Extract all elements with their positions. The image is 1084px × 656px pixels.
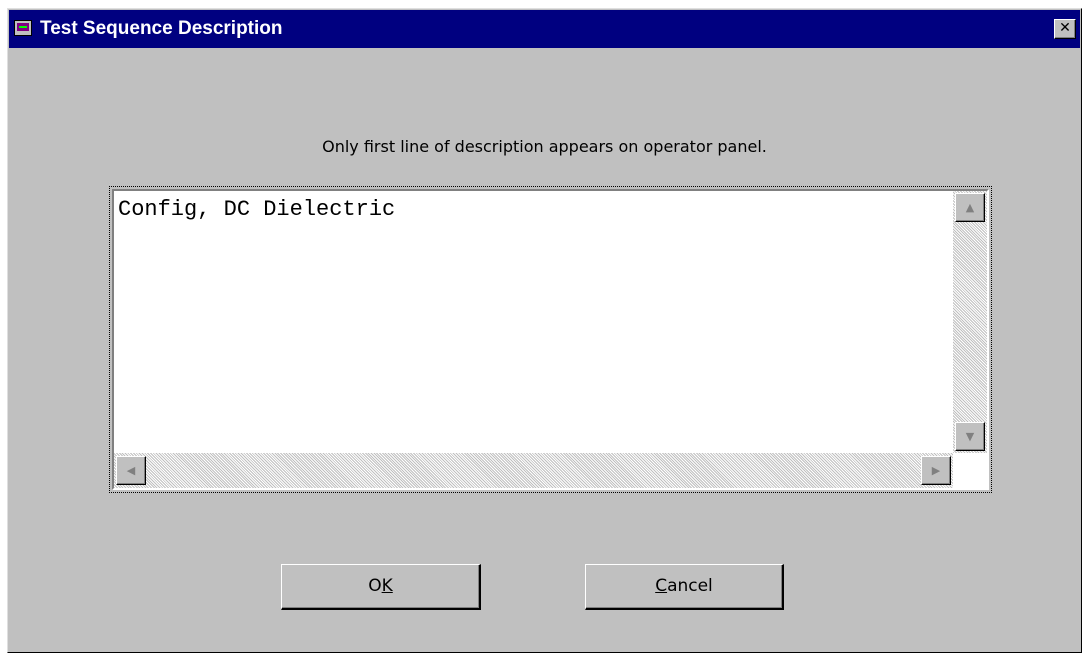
- description-textbox-focus-frame: Config, DC Dielectric ▲ ▼ ◀ ▶: [109, 186, 992, 493]
- description-textbox[interactable]: Config, DC Dielectric ▲ ▼ ◀ ▶: [112, 189, 989, 490]
- cancel-button-label: Cancel: [655, 576, 713, 596]
- dialog-window: Test Sequence Description ✕ Only first l…: [7, 8, 1082, 653]
- cancel-button[interactable]: Cancel: [585, 564, 784, 610]
- title-bar[interactable]: Test Sequence Description ✕: [9, 10, 1080, 48]
- ok-button-label: OK: [368, 576, 393, 596]
- scroll-left-arrow-icon: ◀: [126, 464, 136, 477]
- scroll-up-button[interactable]: ▲: [955, 193, 985, 222]
- scrollbar-corner: [953, 453, 987, 488]
- description-text[interactable]: Config, DC Dielectric: [118, 197, 395, 222]
- close-button[interactable]: ✕: [1054, 19, 1076, 39]
- ok-button[interactable]: OK: [281, 564, 481, 610]
- scroll-down-arrow-icon: ▼: [965, 430, 975, 443]
- scroll-down-button[interactable]: ▼: [955, 422, 985, 451]
- hint-label: Only first line of description appears o…: [322, 137, 767, 156]
- scroll-left-button[interactable]: ◀: [116, 456, 146, 485]
- scroll-up-arrow-icon: ▲: [965, 201, 975, 214]
- vertical-scrollbar[interactable]: ▲ ▼: [953, 191, 987, 453]
- window-title: Test Sequence Description: [40, 18, 283, 39]
- app-icon[interactable]: [14, 20, 32, 36]
- horizontal-scrollbar[interactable]: ◀ ▶: [114, 453, 953, 488]
- scroll-right-arrow-icon: ▶: [931, 464, 941, 477]
- scroll-right-button[interactable]: ▶: [921, 456, 951, 485]
